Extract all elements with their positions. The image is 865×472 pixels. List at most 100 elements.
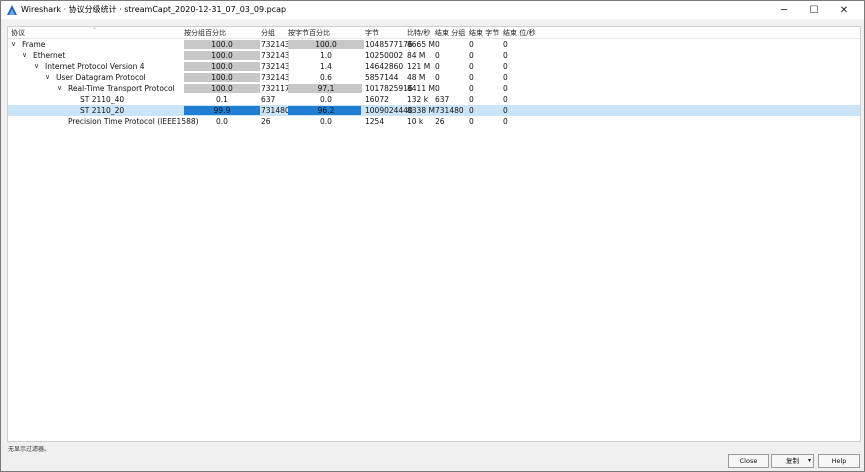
protocol-name: Frame xyxy=(22,40,46,49)
percent-bytes-value: 97.1 xyxy=(317,84,335,93)
end-bits-per-second-value: 0 xyxy=(503,84,508,93)
packets-value: 637 xyxy=(261,95,276,104)
protocol-name: ST 2110_20 xyxy=(80,106,125,115)
col-percent-bytes[interactable]: 按字节百分比 xyxy=(288,28,330,38)
percent-bytes-value: 100.0 xyxy=(315,40,337,49)
tree-row[interactable]: ST 2110_20 99.9 731480 96.2 1009024440 8338 M… xyxy=(8,105,860,116)
col-end-bits-per-second[interactable]: 结束 位/秒 xyxy=(503,28,536,38)
end-bytes-value: 0 xyxy=(469,73,474,82)
packets-value: 732143 xyxy=(261,62,290,71)
percent-bytes-value: 0.0 xyxy=(320,95,332,104)
protocol-name: User Datagram Protocol xyxy=(56,73,146,82)
end-packets-value: 0 xyxy=(435,84,440,93)
col-bytes[interactable]: 字节 xyxy=(365,28,379,38)
percent-bytes-value: 0.0 xyxy=(320,117,332,126)
end-packets-value: 26 xyxy=(435,117,445,126)
col-percent-packets[interactable]: 按分组百分比 xyxy=(184,28,226,38)
end-bits-per-second-value: 0 xyxy=(503,40,508,49)
percent-packets-value: 0.0 xyxy=(216,117,228,126)
bytes-value: 1017825916 xyxy=(365,84,413,93)
percent-bytes-value: 1.0 xyxy=(320,51,332,60)
bits-per-second-value: 8411 M xyxy=(407,84,435,93)
expand-chevron-icon[interactable]: ∨ xyxy=(11,40,16,48)
col-end-packets[interactable]: 结束 分组 xyxy=(435,28,465,38)
packets-value: 26 xyxy=(261,117,271,126)
expand-chevron-icon[interactable]: ∨ xyxy=(45,73,50,81)
bytes-value: 1048577176 xyxy=(365,40,413,49)
col-end-bytes[interactable]: 结束 字节 xyxy=(469,28,499,38)
expand-chevron-icon[interactable]: ∨ xyxy=(57,84,62,92)
end-bits-per-second-value: 0 xyxy=(503,73,508,82)
tree-row[interactable]: ∨ Real-Time Transport Protocol 100.0 732117… xyxy=(8,83,860,94)
col-bits-per-second[interactable]: 比特/秒 xyxy=(407,28,430,38)
end-packets-value: 637 xyxy=(435,95,450,104)
bits-per-second-value: 48 M xyxy=(407,73,426,82)
bits-per-second-value: 121 M xyxy=(407,62,431,71)
end-bytes-value: 0 xyxy=(469,51,474,60)
end-bits-per-second-value: 0 xyxy=(503,95,508,104)
bits-per-second-value: 84 M xyxy=(407,51,426,60)
bits-per-second-value: 8665 M xyxy=(407,40,435,49)
protocol-name: Precision Time Protocol (IEEE1588) xyxy=(68,117,199,126)
bytes-value: 5857144 xyxy=(365,73,399,82)
end-bytes-value: 0 xyxy=(469,95,474,104)
tree-row[interactable]: Precision Time Protocol (IEEE1588) 0.0 26 0… xyxy=(8,116,860,127)
percent-bytes-value: 96.2 xyxy=(317,106,335,115)
bytes-value: 1254 xyxy=(365,117,385,126)
end-packets-value: 0 xyxy=(435,40,440,49)
percent-packets-value: 0.1 xyxy=(216,95,228,104)
end-packets-value: 0 xyxy=(435,62,440,71)
end-bytes-value: 0 xyxy=(469,84,474,93)
end-bits-per-second-value: 0 xyxy=(503,62,508,71)
close-window-icon[interactable]: ✕ xyxy=(829,1,859,19)
title-bar[interactable]: Wireshark · 协议分级统计 · streamCapt_2020-12-… xyxy=(1,1,864,19)
expand-chevron-icon[interactable]: ∨ xyxy=(34,62,39,70)
tree-row[interactable]: ST 2110_40 0.1 637 0.0 16072 132 k 637 0 0 xyxy=(8,94,860,105)
help-button-label: Help xyxy=(831,457,847,465)
tree-row[interactable]: ∨ Internet Protocol Version 4 100.0 732143 1… xyxy=(8,61,860,72)
percent-bytes-value: 1.4 xyxy=(320,62,332,71)
protocol-name: Real-Time Transport Protocol xyxy=(68,84,175,93)
bytes-value: 10250002 xyxy=(365,51,404,60)
end-bits-per-second-value: 0 xyxy=(503,117,508,126)
percent-packets-value: 100.0 xyxy=(211,62,233,71)
copy-button[interactable]: 复制 ▾ xyxy=(771,454,814,468)
end-bytes-value: 0 xyxy=(469,106,474,115)
help-button[interactable]: Help xyxy=(818,454,860,468)
bytes-value: 16072 xyxy=(365,95,389,104)
packets-value: 732143 xyxy=(261,73,290,82)
end-bytes-value: 0 xyxy=(469,40,474,49)
expand-chevron-icon[interactable]: ∨ xyxy=(22,51,27,59)
percent-packets-value: 100.0 xyxy=(211,40,233,49)
end-packets-value: 0 xyxy=(435,51,440,60)
tree-row[interactable]: ∨ Ethernet 100.0 732143 1.0 10250002 84 M 0 0 0 xyxy=(8,50,860,61)
end-packets-value: 731480 xyxy=(435,106,464,115)
bytes-value: 14642860 xyxy=(365,62,404,71)
minimize-icon[interactable]: ─ xyxy=(769,1,799,19)
copy-dropdown-icon[interactable]: ▾ xyxy=(808,455,811,467)
window-title: Wireshark · 协议分级统计 · streamCapt_2020-12-… xyxy=(21,5,287,14)
col-packets[interactable]: 分组 xyxy=(261,28,275,38)
packets-value: 732143 xyxy=(261,40,290,49)
protocol-hierarchy-tree[interactable]: ⌄ 协议 按分组百分比 分组 按字节百分比 字节 比特/秒 结束 分组 结束 字… xyxy=(7,26,861,442)
end-packets-value: 0 xyxy=(435,73,440,82)
tree-row[interactable]: ∨ Frame 100.0 732143 100.0 1048577176 8665 M00… xyxy=(8,39,860,50)
copy-button-label: 复制 xyxy=(786,457,799,465)
close-button[interactable]: Close xyxy=(728,454,769,468)
bytes-value: 1009024440 xyxy=(365,106,413,115)
wireshark-logo-icon xyxy=(7,5,17,15)
maximize-icon[interactable]: ☐ xyxy=(799,1,829,19)
bits-per-second-value: 8338 M xyxy=(407,106,435,115)
column-header-row: ⌄ 协议 按分组百分比 分组 按字节百分比 字节 比特/秒 结束 分组 结束 字… xyxy=(8,27,860,39)
bits-per-second-value: 10 k xyxy=(407,117,424,126)
end-bytes-value: 0 xyxy=(469,117,474,126)
close-button-label: Close xyxy=(739,457,758,465)
protocol-name: ST 2110_40 xyxy=(80,95,125,104)
percent-packets-value: 99.9 xyxy=(213,106,231,115)
status-text: 无显示过滤器。 xyxy=(8,446,51,453)
percent-packets-value: 100.0 xyxy=(211,73,233,82)
tree-row[interactable]: ∨ User Datagram Protocol 100.0 732143 0.6 585… xyxy=(8,72,860,83)
col-protocol[interactable]: 协议 xyxy=(11,28,25,38)
packets-value: 732117 xyxy=(261,84,290,93)
end-bits-per-second-value: 0 xyxy=(503,51,508,60)
